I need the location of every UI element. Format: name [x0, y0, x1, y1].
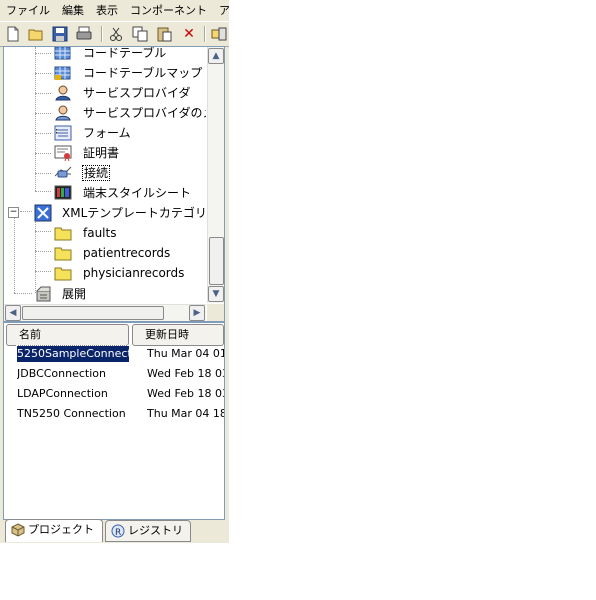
tree-item[interactable]: コードテーブル — [4, 47, 206, 63]
horizontal-scroll-thumb[interactable] — [22, 306, 164, 320]
copy-icon[interactable] — [131, 25, 149, 43]
registry-icon: R — [111, 524, 125, 538]
deploy-icon — [34, 286, 52, 302]
tree-item[interactable]: フォーム — [4, 123, 206, 143]
cut-icon[interactable] — [107, 25, 125, 43]
list-item-date: Wed Feb 18 03: — [147, 367, 224, 380]
tree-item[interactable]: physicianrecords — [4, 263, 206, 283]
project-tree-panel: コードテーブル コードテーブルマップ サービスプロバイダ サービスプロバイダのメ — [3, 46, 225, 322]
vertical-scroll-thumb[interactable] — [209, 237, 224, 285]
tree-item-label: faults — [83, 226, 117, 240]
tree-item-label: 接続 — [81, 165, 111, 181]
column-header-label: 更新日時 — [145, 328, 189, 341]
code-table-icon — [54, 47, 72, 61]
app-window: ファイル 編集 表示 コンポーネントア ✕ コードテーブル コードテーブルマップ… — [0, 0, 229, 543]
folder-icon — [54, 225, 72, 241]
delete-icon[interactable]: ✕ — [180, 25, 198, 43]
tree-item[interactable]: サービスプロバイダ — [4, 83, 206, 103]
project-tree: コードテーブル コードテーブルマップ サービスプロバイダ サービスプロバイダのメ — [4, 47, 206, 303]
tree-item-category[interactable]: − XMLテンプレートカテゴリ — [4, 203, 206, 223]
column-header-label: 名前 — [19, 328, 41, 341]
scroll-right-icon[interactable]: ▶ — [189, 305, 205, 321]
new-icon[interactable] — [4, 25, 22, 43]
tree-item[interactable]: 証明書 — [4, 143, 206, 163]
tree-horizontal-scrollbar[interactable]: ◀ ▶ — [4, 304, 206, 321]
list-item-date: Thu Mar 04 18:! — [147, 407, 224, 420]
paste-icon[interactable] — [155, 25, 173, 43]
tree-item-label: 端末スタイルシート — [83, 186, 192, 200]
component-icon[interactable] — [210, 25, 228, 43]
tree-item-label: サービスプロバイダ — [83, 86, 191, 100]
tab-project[interactable]: プロジェクト — [5, 519, 103, 542]
list-item-name-selected[interactable]: 5250SampleConnection — [16, 345, 130, 363]
tree-item-label: XMLテンプレートカテゴリ — [62, 206, 206, 220]
menu-file[interactable]: ファイル — [0, 0, 56, 18]
service-provider-icon — [54, 105, 72, 121]
print-icon[interactable] — [75, 25, 93, 43]
panel-tabs: プロジェクト R レジストリ — [3, 519, 227, 543]
certificate-icon — [54, 145, 72, 162]
xml-template-icon — [34, 204, 52, 222]
open-folder-icon[interactable] — [27, 25, 45, 43]
terminal-stylesheet-icon — [54, 185, 72, 201]
tree-item[interactable]: patientrecords — [4, 243, 206, 263]
menu-view[interactable]: 表示 — [90, 0, 124, 18]
tree-item[interactable]: faults — [4, 223, 206, 243]
tree-item-label: コードテーブルマップ — [83, 66, 203, 80]
tree-item-label: 証明書 — [83, 146, 120, 160]
form-icon — [54, 125, 72, 141]
tab-label: プロジェクト — [28, 523, 94, 536]
scroll-down-icon[interactable]: ▼ — [208, 286, 224, 302]
tree-vertical-scrollbar[interactable]: ▲ ▼ — [207, 47, 224, 303]
tree-item-label: patientrecords — [83, 246, 171, 260]
save-icon[interactable] — [51, 25, 69, 43]
tree-item[interactable]: コードテーブルマップ — [4, 63, 206, 83]
column-header-name[interactable]: 名前 — [6, 324, 129, 346]
menu-more[interactable]: ア — [213, 0, 229, 18]
scroll-left-icon[interactable]: ◀ — [5, 305, 21, 321]
list-item-date: Thu Mar 04 01:2 — [147, 347, 224, 360]
service-provider-icon — [54, 85, 72, 101]
code-table-map-icon — [54, 65, 72, 81]
list-item-name[interactable]: JDBCConnection — [17, 366, 129, 382]
connection-icon — [54, 165, 72, 181]
tree-item-label: 展開 — [62, 287, 87, 301]
toolbar: ✕ — [0, 21, 229, 47]
tab-label: レジストリ — [128, 524, 183, 537]
collapse-toggle[interactable]: − — [8, 207, 19, 218]
tree-item-label: physicianrecords — [83, 266, 185, 280]
tree-item[interactable]: 端末スタイルシート — [4, 183, 206, 203]
tree-item[interactable]: 展開 — [4, 284, 206, 303]
folder-icon — [54, 245, 72, 261]
scroll-up-icon[interactable]: ▲ — [208, 48, 224, 64]
tree-item-label: フォーム — [83, 126, 131, 140]
list-item-name[interactable]: TN5250 Connection — [17, 406, 129, 422]
tree-item-selected[interactable]: 接続 — [4, 163, 206, 183]
column-header-modified[interactable]: 更新日時 — [132, 324, 224, 346]
tree-item-label: サービスプロバイダのメ — [83, 106, 206, 120]
list-item-name[interactable]: LDAPConnection — [17, 386, 129, 402]
connection-list-panel: 名前 更新日時 5250SampleConnection Thu Mar 04 … — [3, 322, 225, 520]
tree-item-label: コードテーブル — [83, 47, 167, 60]
menu-component[interactable]: コンポーネント — [124, 0, 213, 18]
folder-icon — [54, 265, 72, 281]
menu-edit[interactable]: 編集 — [56, 0, 90, 18]
list-item-date: Wed Feb 18 03: — [147, 387, 224, 400]
svg-text:R: R — [115, 528, 121, 538]
menu-bar: ファイル 編集 表示 コンポーネントア — [0, 0, 229, 20]
tab-registry[interactable]: R レジストリ — [105, 520, 191, 542]
tree-item[interactable]: サービスプロバイダのメ — [4, 103, 206, 123]
project-icon — [11, 523, 25, 537]
